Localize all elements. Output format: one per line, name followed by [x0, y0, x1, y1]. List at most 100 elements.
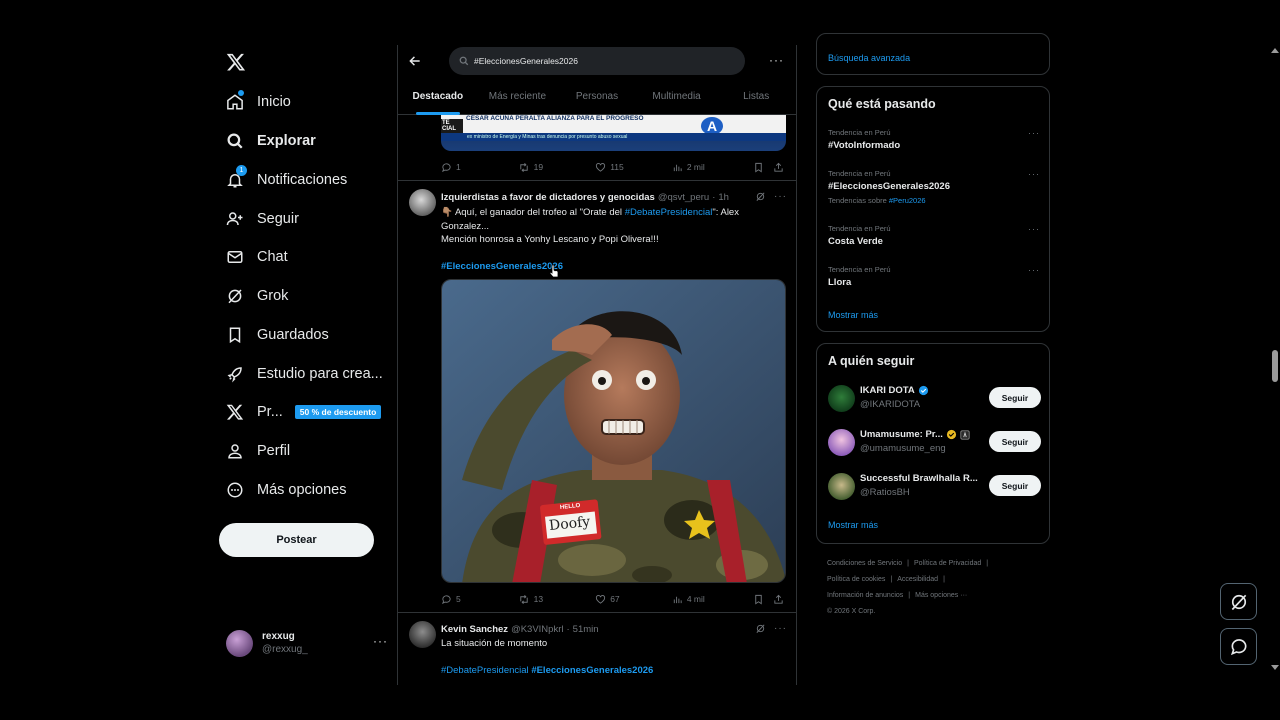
follow-name: IKARI DOTA	[860, 385, 929, 396]
tab-mas-reciente[interactable]: Más reciente	[478, 85, 558, 115]
more-icon[interactable]: ···	[1028, 265, 1040, 275]
reply-button[interactable]: 5	[441, 594, 518, 605]
nav-item-chat[interactable]: Chat	[226, 243, 288, 271]
post-button[interactable]: Postear	[219, 523, 374, 557]
tweet-author-handle[interactable]: @K3VINpkrl	[511, 624, 563, 635]
views-button[interactable]: 4 mil	[672, 594, 754, 605]
footer-link-more[interactable]: Más opciones ···	[915, 592, 967, 599]
tab-destacado[interactable]: Destacado	[398, 85, 478, 115]
footer-link-ads[interactable]: Información de anuncios	[827, 592, 903, 599]
footer-link-terms[interactable]: Condiciones de Servicio	[827, 560, 902, 567]
back-arrow-icon[interactable]	[408, 54, 422, 68]
views-button[interactable]: 2 mil	[672, 162, 754, 173]
hashtag-link[interactable]: #DebatePresidencial	[441, 665, 529, 676]
trend-item[interactable]: Tendencia en Perú #VotoInformado ···	[828, 128, 1040, 151]
follow-suggestion[interactable]: IKARI DOTA @IKARIDOTA Seguir	[828, 384, 1041, 414]
more-icon[interactable]: ···	[1028, 128, 1040, 138]
hashtag-link[interactable]: #EleccionesGenerales2026	[441, 261, 563, 272]
nav-item-inicio[interactable]: Inicio	[226, 88, 291, 116]
nav-item-notificaciones[interactable]: 1 Notificaciones	[226, 165, 347, 194]
trend-subtitle-text: Tendencias sobre	[828, 196, 889, 205]
home-icon	[226, 90, 244, 111]
follow-button[interactable]: Seguir	[989, 475, 1041, 496]
follow-button[interactable]: Seguir	[989, 387, 1041, 408]
search-input[interactable]	[474, 56, 724, 66]
tweet-media-image[interactable]: TE CIAL CÉSAR ACUÑA PERALTA ALIANZA PARA …	[441, 115, 786, 151]
nav-item-grok[interactable]: Grok	[226, 282, 288, 310]
more-icon[interactable]: ···	[1028, 169, 1040, 179]
search-box[interactable]	[449, 47, 745, 75]
bookmark-button[interactable]	[753, 162, 773, 173]
more-icon[interactable]: ···	[774, 623, 787, 634]
nav-item-perfil[interactable]: Perfil	[226, 437, 290, 465]
repost-button[interactable]: 13	[518, 594, 596, 605]
main-column: ··· Destacado Más reciente Personas Mult…	[397, 45, 797, 685]
share-button[interactable]	[773, 162, 788, 173]
scroll-up-arrow-icon[interactable]	[1271, 48, 1279, 53]
show-more-link[interactable]: Mostrar más	[828, 310, 878, 320]
person-add-icon	[226, 210, 244, 228]
scroll-down-arrow-icon[interactable]	[1271, 665, 1279, 670]
bookmark-icon	[755, 162, 763, 172]
tweet-text: 👇🏽 Aquí, el ganador del trofeo al "Orate…	[441, 206, 761, 274]
like-button[interactable]: 67	[595, 594, 672, 605]
tweet-text-part: 👇🏽 Aquí, el ganador del trofeo al "Orate…	[441, 207, 625, 218]
scrollbar-thumb[interactable]	[1272, 350, 1278, 382]
grok-icon[interactable]	[755, 191, 766, 202]
follow-suggestion[interactable]: Umamusume: Pr... @umamusume_eng Seguir	[828, 428, 1041, 458]
share-button[interactable]	[773, 594, 788, 605]
x-logo-icon[interactable]	[226, 52, 246, 72]
tweet-time[interactable]: 1h	[718, 192, 729, 203]
avatar	[828, 385, 855, 412]
repost-button[interactable]: 19	[518, 162, 596, 173]
hashtag-link[interactable]: #EleccionesGenerales2026	[531, 665, 653, 676]
follow-suggestion[interactable]: Successful Brawlhalla R... @RatiosBH Seg…	[828, 472, 1041, 502]
nav-item-guardados[interactable]: Guardados	[226, 321, 329, 349]
grok-float-button[interactable]	[1220, 583, 1257, 620]
gold-verified-badge-icon	[946, 429, 956, 440]
nav-item-seguir[interactable]: Seguir	[226, 205, 299, 233]
tweet-author-name[interactable]: Kevin Sanchez	[441, 624, 508, 635]
nav-label: Pr...	[257, 404, 283, 420]
tweet-media-image[interactable]: HELLO Doofy	[441, 279, 786, 583]
footer-link-cookies[interactable]: Política de cookies	[827, 576, 885, 583]
footer-link-accessibility[interactable]: Accesibilidad	[897, 576, 938, 583]
nav-item-estudio[interactable]: Estudio para crea...	[226, 360, 383, 388]
more-icon[interactable]: ···	[1028, 224, 1040, 234]
hashtag-link[interactable]: #Peru2026	[889, 196, 926, 205]
more-icon[interactable]: ···	[769, 53, 784, 67]
footer-link-privacy[interactable]: Política de Privacidad	[914, 560, 981, 567]
nav-item-mas-opciones[interactable]: Más opciones	[226, 476, 346, 504]
avatar[interactable]	[409, 621, 436, 648]
grok-icon[interactable]	[755, 623, 766, 634]
more-icon[interactable]: ···	[373, 634, 388, 648]
trend-item[interactable]: Tendencia en Perú Llora ···	[828, 265, 1040, 288]
more-icon[interactable]: ···	[774, 191, 787, 202]
tab-multimedia[interactable]: Multimedia	[637, 85, 717, 115]
tab-personas[interactable]: Personas	[557, 85, 637, 115]
reply-icon	[442, 162, 451, 172]
follow-button[interactable]: Seguir	[989, 431, 1041, 452]
views-count: 4 mil	[686, 594, 705, 604]
nav-item-explorar[interactable]: Explorar	[226, 127, 316, 155]
messages-float-button[interactable]	[1220, 628, 1257, 665]
like-count: 115	[610, 162, 624, 172]
trend-item[interactable]: Tendencia en Perú Costa Verde ···	[828, 224, 1040, 247]
trend-item[interactable]: Tendencia en Perú #EleccionesGenerales20…	[828, 169, 1040, 205]
reply-button[interactable]: 1	[441, 162, 518, 173]
account-switcher[interactable]: rexxug @rexxug_ ···	[226, 628, 388, 658]
advanced-search-link[interactable]: Búsqueda avanzada	[828, 53, 910, 63]
account-handle: @rexxug_	[262, 644, 308, 655]
trend-name: Llora	[828, 277, 852, 288]
tweet-author-handle[interactable]: @qsvt_peru	[658, 192, 709, 203]
avatar[interactable]	[409, 189, 436, 216]
hashtag-link[interactable]: #DebatePresidencial	[625, 207, 713, 218]
like-button[interactable]: 115	[595, 162, 672, 173]
tab-listas[interactable]: Listas	[716, 85, 796, 115]
copyright: © 2026 X Corp.	[827, 608, 876, 615]
nav-item-premium[interactable]: Pr... 50 % de descuento	[226, 398, 382, 426]
tweet-time[interactable]: 51min	[573, 624, 599, 635]
tweet-author-name[interactable]: Izquierdistas a favor de dictadores y ge…	[441, 192, 655, 203]
bookmark-button[interactable]	[753, 594, 773, 605]
show-more-link[interactable]: Mostrar más	[828, 520, 878, 530]
